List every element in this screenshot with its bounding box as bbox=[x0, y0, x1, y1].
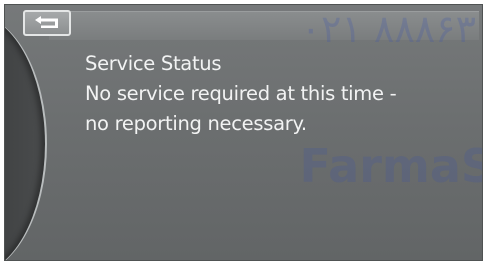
return-arrow-icon bbox=[35, 16, 58, 28]
message-title: Service Status bbox=[85, 52, 222, 75]
message-line-2: no reporting necessary. bbox=[85, 112, 307, 135]
header-bar bbox=[49, 11, 479, 40]
controller-bezel bbox=[5, 13, 47, 260]
service-message: Service Status No service required at th… bbox=[85, 49, 397, 139]
back-button[interactable] bbox=[23, 10, 71, 36]
display-screen: ۰۲۱ ۸۸۸۶۳ FarmaS Service Status No servi… bbox=[4, 4, 483, 261]
message-line-1: No service required at this time - bbox=[85, 82, 397, 105]
watermark-name: FarmaS bbox=[299, 139, 483, 193]
